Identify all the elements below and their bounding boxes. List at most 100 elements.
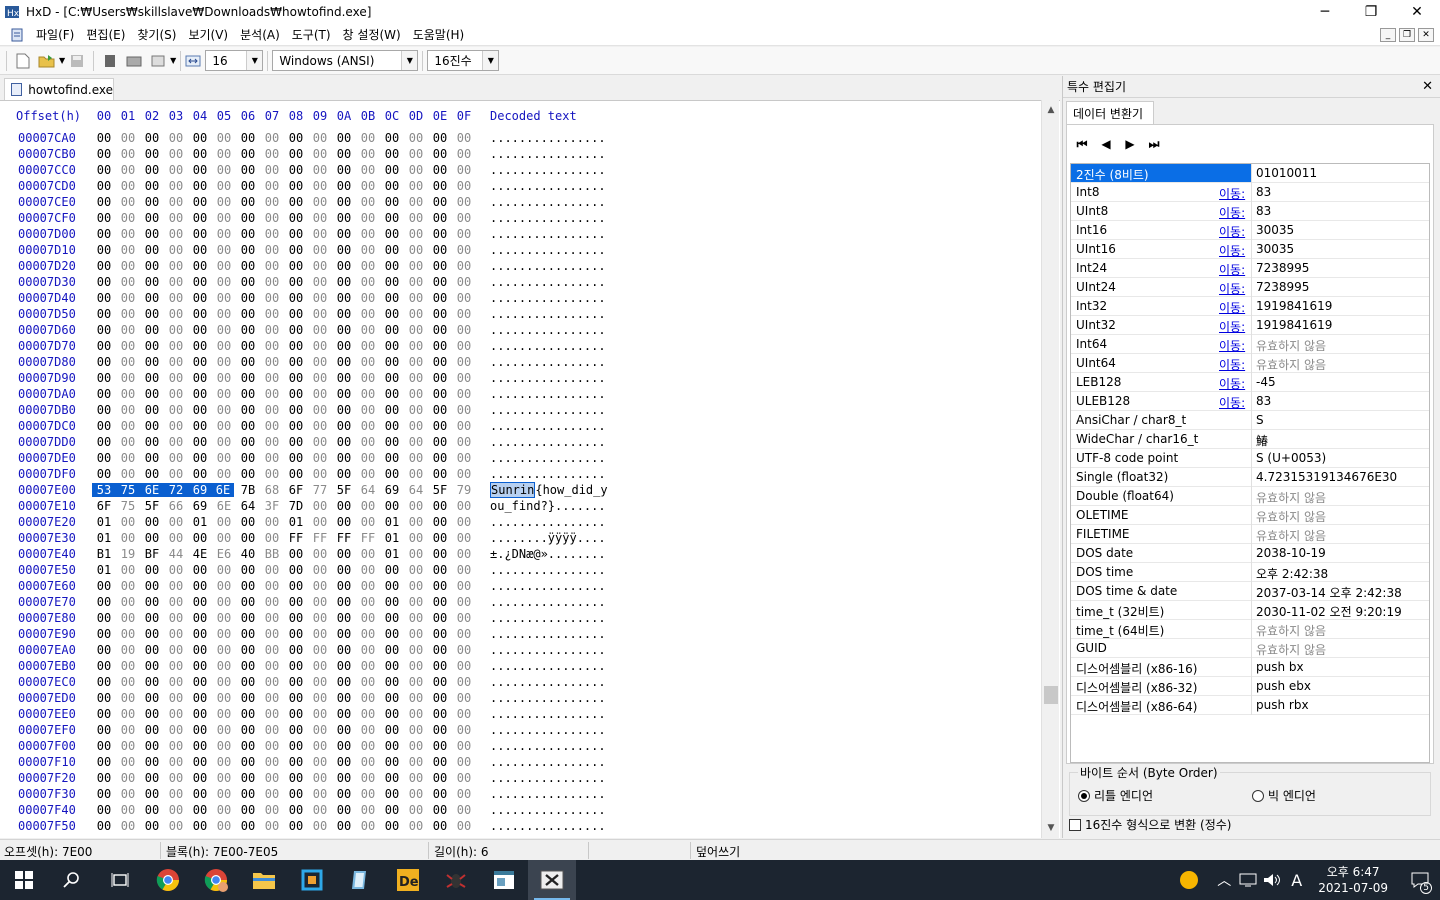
hex-byte[interactable]: 00 [406, 659, 426, 673]
hex-byte[interactable]: 00 [166, 227, 186, 241]
hex-byte[interactable]: 00 [142, 707, 162, 721]
hex-byte[interactable]: 00 [118, 195, 138, 209]
hex-byte[interactable]: 00 [190, 371, 210, 385]
hex-byte[interactable]: 00 [310, 707, 330, 721]
hex-byte[interactable]: 00 [406, 179, 426, 193]
hex-byte[interactable]: 00 [358, 227, 378, 241]
hex-byte[interactable]: 00 [238, 563, 258, 577]
hex-byte[interactable]: 00 [142, 195, 162, 209]
hex-byte[interactable]: 00 [334, 515, 354, 529]
hex-byte[interactable]: 00 [262, 291, 282, 305]
hex-byte[interactable]: 00 [334, 243, 354, 257]
hex-byte[interactable]: 00 [454, 243, 474, 257]
hex-byte[interactable]: 00 [358, 723, 378, 737]
hex-byte[interactable]: 00 [334, 307, 354, 321]
hex-byte[interactable]: 00 [94, 467, 114, 481]
hex-byte[interactable]: 00 [334, 131, 354, 145]
notepad-taskbar-item[interactable] [336, 860, 384, 900]
hex-byte[interactable]: 00 [406, 387, 426, 401]
hex-byte[interactable]: 00 [286, 355, 306, 369]
hex-byte[interactable]: 00 [262, 643, 282, 657]
decoded-text[interactable]: ou_find?}....... [490, 499, 606, 513]
inspector-row[interactable]: Single (float32) 4.72315319134676E30 [1071, 468, 1429, 487]
hex-byte[interactable]: 00 [334, 275, 354, 289]
hex-byte[interactable]: 00 [214, 323, 234, 337]
hex-byte[interactable]: 00 [214, 371, 234, 385]
hex-byte[interactable]: 00 [286, 147, 306, 161]
hex-byte[interactable]: 00 [94, 275, 114, 289]
hex-byte[interactable]: 00 [454, 595, 474, 609]
hex-byte[interactable]: 00 [382, 419, 402, 433]
hex-byte[interactable]: 00 [142, 403, 162, 417]
hex-byte[interactable]: 00 [358, 691, 378, 705]
hex-byte[interactable]: 00 [94, 691, 114, 705]
goto-link[interactable]: 이동: [1219, 375, 1245, 392]
hex-byte[interactable]: 00 [118, 803, 138, 817]
hex-byte[interactable]: 00 [166, 419, 186, 433]
tab-data-inspector[interactable]: 데이터 변환기 [1066, 101, 1154, 125]
hex-byte[interactable]: 00 [166, 739, 186, 753]
start-button[interactable] [0, 860, 48, 900]
hex-byte[interactable]: 00 [286, 771, 306, 785]
hex-byte[interactable]: 00 [190, 131, 210, 145]
decoded-text[interactable]: ................ [490, 739, 606, 753]
hex-byte[interactable]: 00 [358, 627, 378, 641]
hex-byte[interactable]: 00 [430, 339, 450, 353]
hex-byte[interactable]: 00 [238, 787, 258, 801]
hex-byte[interactable]: 00 [262, 451, 282, 465]
hex-row[interactable]: 00007CB0 00 00 00 00 00 00 00 00 00 00 00 00 00 00 00 00… [0, 147, 1040, 163]
hex-byte[interactable]: 00 [310, 723, 330, 737]
bytes-per-row-select[interactable]: 16 ▼ [205, 50, 264, 71]
previous-icon[interactable]: ◀ [1099, 137, 1113, 151]
hex-byte[interactable]: 00 [238, 387, 258, 401]
hex-byte[interactable]: 00 [310, 467, 330, 481]
hex-byte[interactable]: 00 [430, 243, 450, 257]
decoded-text[interactable]: ................ [490, 755, 606, 769]
inspector-row[interactable]: 디스어셈블리 (x86-32) push ebx [1071, 677, 1429, 696]
hex-byte[interactable]: 00 [406, 643, 426, 657]
inspector-value[interactable]: 유효하지 않음 [1251, 639, 1429, 658]
hex-byte[interactable]: 00 [310, 371, 330, 385]
hex-byte[interactable]: 00 [454, 723, 474, 737]
hex-byte[interactable]: 00 [382, 723, 402, 737]
hex-byte[interactable]: 79 [454, 483, 474, 497]
hex-byte[interactable]: 00 [238, 739, 258, 753]
hex-row[interactable]: 00007CF0 00 00 00 00 00 00 00 00 00 00 00 00 00 00 00 00… [0, 211, 1040, 227]
hex-byte[interactable]: 00 [382, 291, 402, 305]
hex-row[interactable]: 00007F40 00 00 00 00 00 00 00 00 00 00 00 00 00 00 00 00… [0, 803, 1040, 819]
hex-byte[interactable]: 00 [334, 739, 354, 753]
hex-byte[interactable]: 00 [334, 291, 354, 305]
decoded-text[interactable]: ................ [490, 659, 606, 673]
hex-byte[interactable]: 00 [310, 627, 330, 641]
inspector-value[interactable]: 4.72315319134676E30 [1251, 468, 1429, 487]
hex-byte[interactable]: 00 [214, 227, 234, 241]
hex-byte[interactable]: 40 [238, 547, 258, 561]
hex-byte[interactable]: 00 [118, 275, 138, 289]
hex-byte[interactable]: 00 [94, 787, 114, 801]
hex-byte[interactable]: 00 [310, 323, 330, 337]
hex-byte[interactable]: 00 [406, 803, 426, 817]
notification-button[interactable]: 5 [1400, 860, 1440, 900]
hex-byte[interactable]: 00 [406, 259, 426, 273]
hex-byte[interactable]: 00 [430, 259, 450, 273]
hex-byte[interactable]: 00 [310, 739, 330, 753]
hex-row[interactable]: 00007D00 00 00 00 00 00 00 00 00 00 00 00 00 00 00 00 00… [0, 227, 1040, 243]
hex-byte[interactable]: 00 [382, 755, 402, 769]
hex-byte[interactable]: 00 [286, 643, 306, 657]
hex-row[interactable]: 00007E90 00 00 00 00 00 00 00 00 00 00 00 00 00 00 00 00… [0, 627, 1040, 643]
hex-byte[interactable]: 00 [310, 291, 330, 305]
hex-byte[interactable]: 00 [382, 675, 402, 689]
inspector-value[interactable]: -45 [1251, 373, 1429, 392]
menu-tools[interactable]: 도구(T) [286, 26, 337, 43]
hex-byte[interactable]: 00 [406, 323, 426, 337]
hex-byte[interactable]: 00 [430, 451, 450, 465]
hex-byte[interactable]: 00 [454, 675, 474, 689]
hex-byte[interactable]: 00 [238, 163, 258, 177]
hex-byte[interactable]: 00 [454, 211, 474, 225]
hex-row[interactable]: 00007F00 00 00 00 00 00 00 00 00 00 00 00 00 00 00 00 00… [0, 739, 1040, 755]
hex-byte[interactable]: 00 [310, 803, 330, 817]
hex-byte[interactable]: 6E [140, 483, 164, 497]
open-memory-button[interactable] [148, 51, 168, 71]
hex-byte[interactable]: 6E [212, 483, 234, 497]
hex-byte[interactable]: 00 [454, 563, 474, 577]
